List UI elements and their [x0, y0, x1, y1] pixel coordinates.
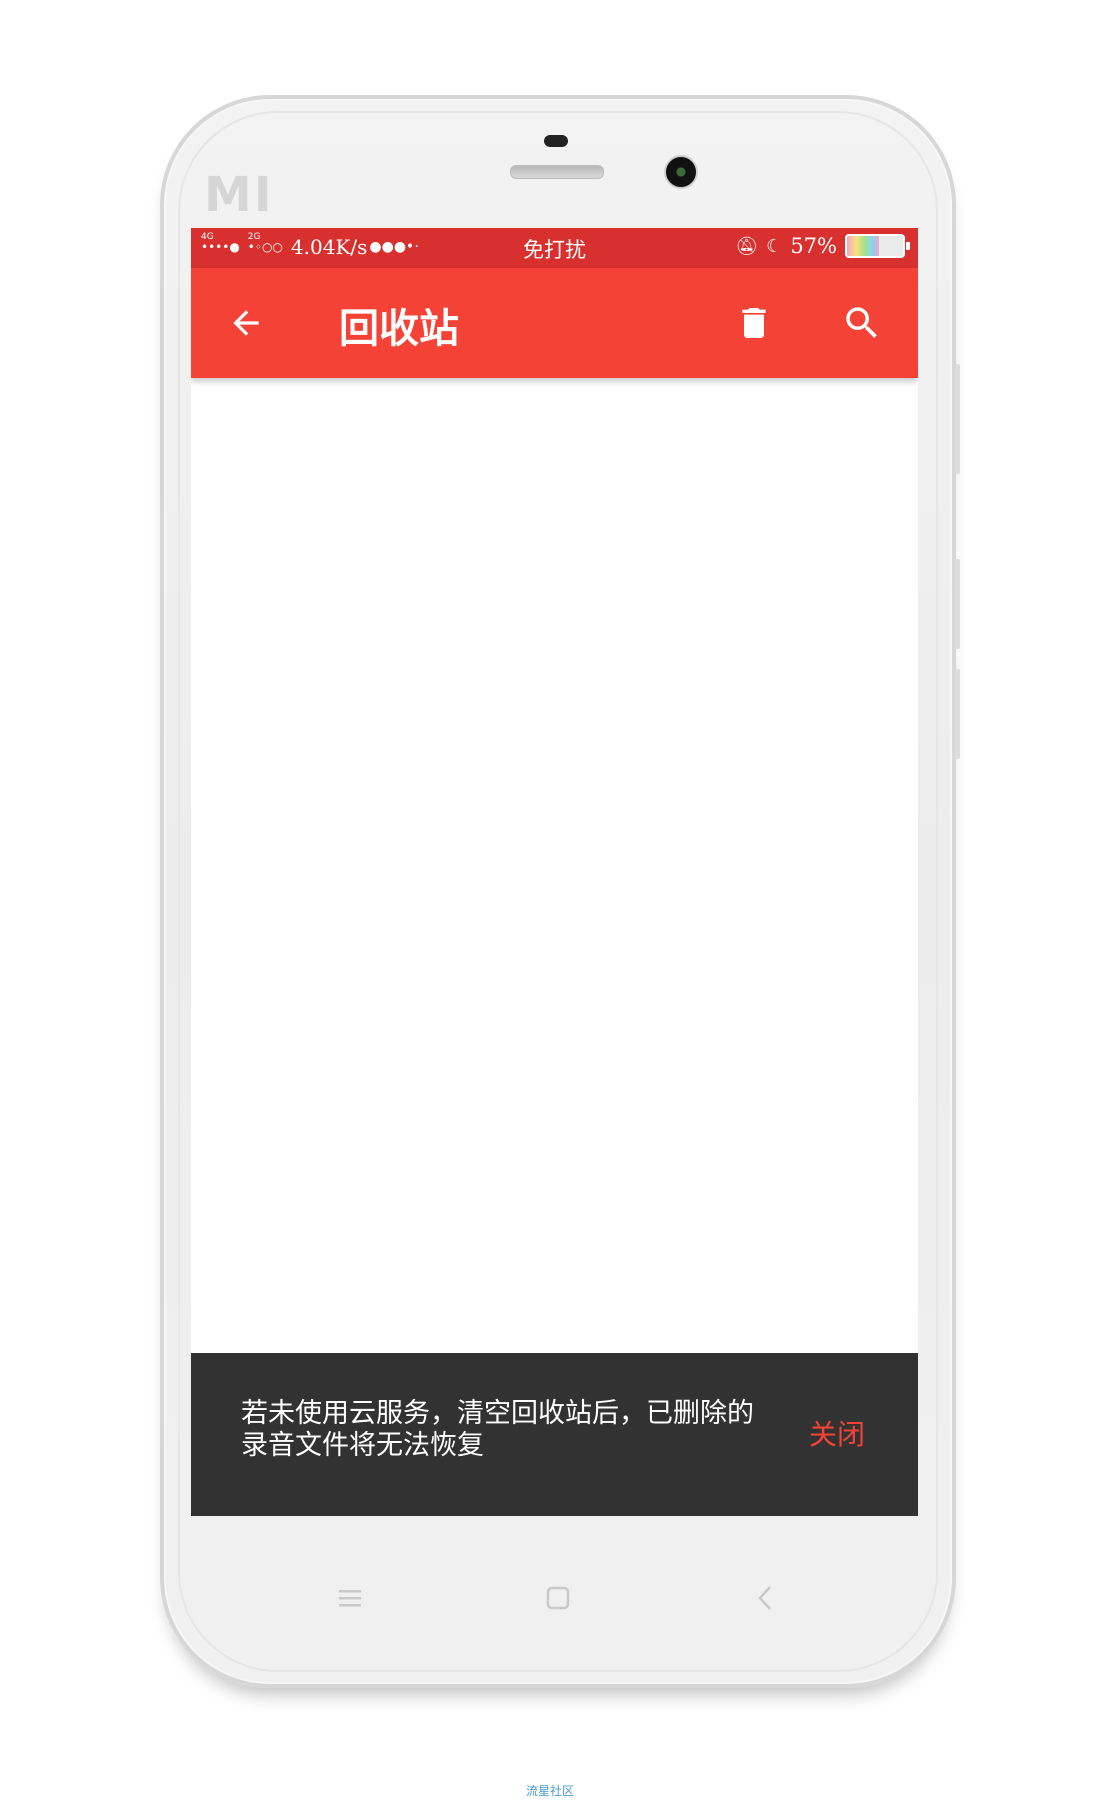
back-button[interactable] — [221, 298, 271, 348]
status-bar: 4G ••••● 2G •◦○○ 4.04K/s ●●●•⋅ 免打扰 🔕︎ ☾ … — [191, 228, 918, 268]
battery-tip — [906, 242, 910, 250]
power-button — [955, 669, 960, 759]
volume-up-button — [955, 364, 960, 474]
snackbar-message: 若未使用云服务，清空回收站后，已删除的录音文件将无法恢复 — [241, 1398, 754, 1461]
menu-key[interactable] — [330, 1578, 370, 1618]
status-right: 🔕︎ ☾ 57% — [735, 234, 910, 258]
screen: 4G ••••● 2G •◦○○ 4.04K/s ●●●•⋅ 免打扰 🔕︎ ☾ … — [191, 228, 918, 1516]
back-key[interactable] — [745, 1578, 785, 1618]
bell-muted-icon: 🔕︎ — [735, 235, 759, 257]
proximity-sensor — [544, 135, 568, 147]
chevron-left-icon — [758, 1586, 771, 1610]
app-bar: 回收站 — [191, 268, 918, 378]
battery-percent: 57% — [790, 234, 837, 258]
earpiece-speaker — [510, 165, 604, 179]
menu-icon — [339, 1590, 361, 1607]
snackbar-close-button[interactable]: 关闭 — [809, 1413, 865, 1453]
volume-down-button — [955, 559, 960, 649]
home-square-icon — [546, 1586, 570, 1610]
front-camera-icon — [664, 155, 698, 189]
battery-icon — [845, 234, 905, 258]
arrow-back-icon — [233, 310, 259, 336]
watermark: 流星社区 — [525, 1784, 574, 1798]
moon-icon: ☾ — [766, 235, 783, 257]
recycle-bin-list — [191, 378, 918, 1353]
home-key[interactable] — [538, 1578, 578, 1618]
trash-icon — [742, 308, 766, 338]
snackbar: 若未使用云服务，清空回收站后，已删除的录音文件将无法恢复 关闭 — [191, 1353, 918, 1516]
search-button[interactable] — [837, 298, 887, 348]
brand-logo: MI — [204, 167, 274, 223]
stage: MI 4G ••••● 2G •◦○○ 4.04K/s ●●●•⋅ 免打扰 🔕︎ — [0, 0, 1100, 1800]
battery-fill — [847, 236, 879, 256]
empty-trash-button[interactable] — [729, 298, 779, 348]
page-title: 回收站 — [339, 306, 459, 352]
hardware-nav-keys — [300, 1578, 820, 1618]
search-icon — [846, 307, 877, 338]
